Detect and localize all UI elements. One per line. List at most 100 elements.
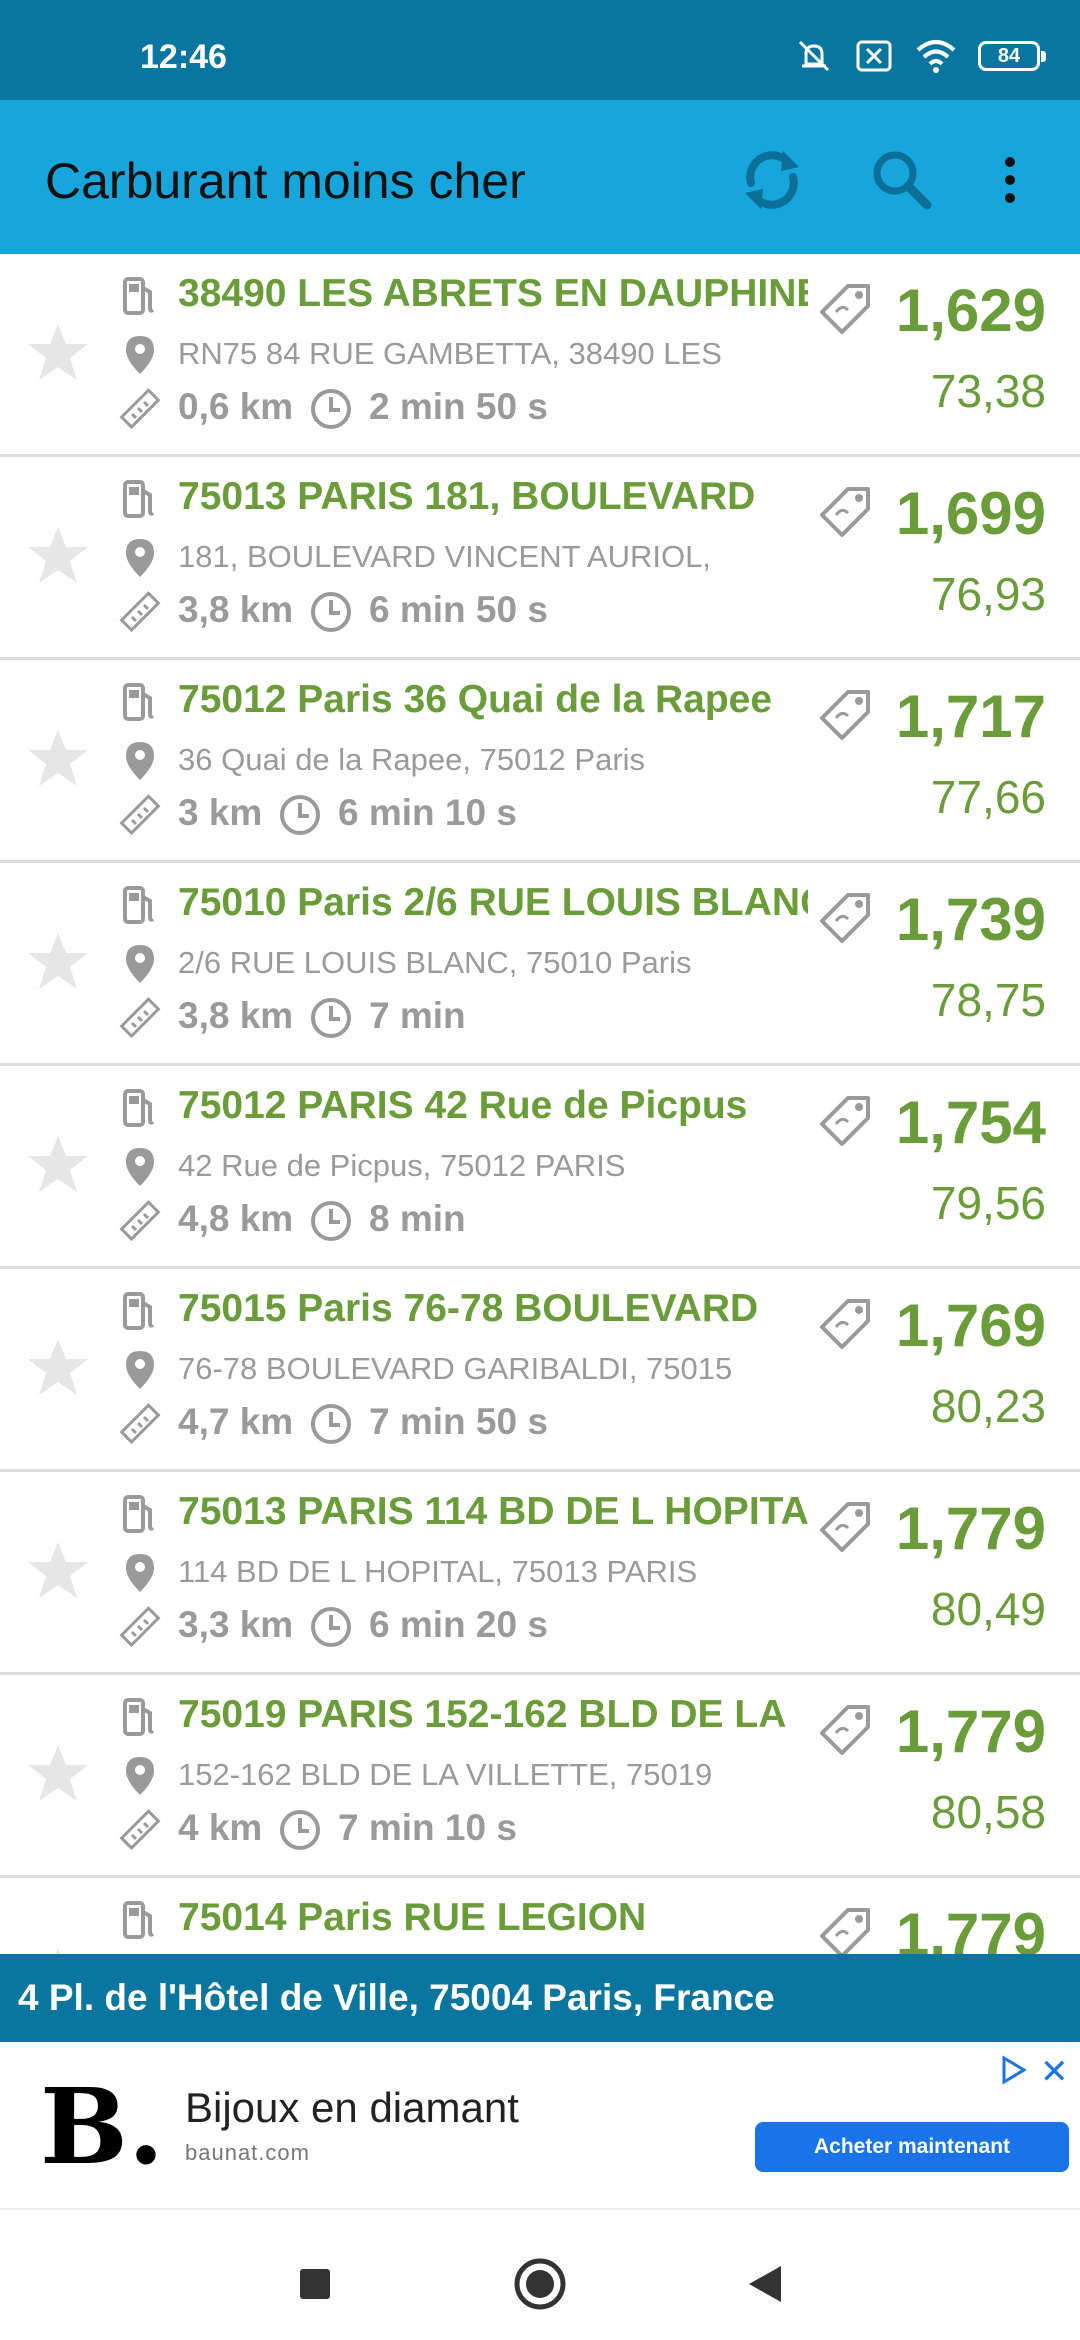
- favorite-star-icon[interactable]: [26, 1741, 90, 1805]
- station-name: 75012 Paris 36 Quai de la Rapee: [178, 678, 773, 721]
- station-duration: 7 min 50 s: [369, 1401, 548, 1442]
- search-icon: [873, 151, 932, 210]
- overflow-menu-button[interactable]: [980, 140, 1040, 220]
- clock-icon: [311, 592, 351, 632]
- distance-ruler-icon: [119, 997, 161, 1039]
- distance-ruler-icon: [119, 794, 161, 836]
- fuel-price: 1,629: [895, 277, 1046, 344]
- station-row[interactable]: 75012 PARIS 42 Rue de Picpus 42 Rue de P…: [0, 1066, 1080, 1269]
- current-location-bar[interactable]: 4 Pl. de l'Hôtel de Ville, 75004 Paris, …: [0, 1954, 1080, 2042]
- station-distance: 3,8 km: [178, 995, 294, 1036]
- station-duration: 2 min 50 s: [369, 386, 548, 427]
- station-address: 36 Quai de la Rapee, 75012 Paris: [178, 742, 646, 777]
- alarm-off-icon: [798, 40, 830, 72]
- distance-ruler-icon: [119, 388, 161, 430]
- back-triangle-icon: [749, 2266, 781, 2302]
- system-nav-bar: [0, 2210, 1080, 2340]
- recents-square-icon: [300, 2269, 330, 2299]
- battery-icon: 84: [978, 41, 1046, 71]
- price-tag-icon: [820, 487, 870, 537]
- station-duration: 6 min 20 s: [369, 1604, 548, 1645]
- station-distance: 4 km: [178, 1807, 263, 1848]
- favorite-star-icon[interactable]: [26, 320, 90, 384]
- refresh-button[interactable]: [732, 140, 812, 220]
- favorite-star-icon[interactable]: [26, 726, 90, 790]
- app-toolbar: Carburant moins cher: [0, 100, 1080, 254]
- total-cost: 80,23: [930, 1380, 1046, 1432]
- recents-button[interactable]: [285, 2254, 345, 2314]
- favorite-star-icon[interactable]: [26, 1335, 90, 1399]
- station-name: 75015 Paris 76-78 BOULEVARD: [178, 1287, 759, 1330]
- price-tag-icon: [820, 1096, 870, 1146]
- favorite-star-icon[interactable]: [26, 523, 90, 587]
- location-pin-icon: [126, 1757, 154, 1795]
- station-name: 75013 PARIS 181, BOULEVARD: [178, 475, 756, 518]
- ad-close-icon[interactable]: ✕: [1040, 2052, 1069, 2092]
- favorite-star-icon[interactable]: [26, 929, 90, 993]
- ad-cta-button[interactable]: Acheter maintenant: [755, 2122, 1069, 2172]
- ad-logo: B.: [40, 2065, 165, 2188]
- clock-icon: [311, 1607, 351, 1647]
- station-name: 75012 PARIS 42 Rue de Picpus: [178, 1084, 748, 1127]
- search-button[interactable]: [862, 140, 942, 220]
- fuel-price: 1,699: [895, 480, 1046, 547]
- fuel-price: 1,769: [895, 1292, 1046, 1359]
- clock-icon: [311, 389, 351, 429]
- app-title: Carburant moins cher: [45, 153, 526, 209]
- clock-icon: [280, 1810, 320, 1850]
- ad-title[interactable]: Bijoux en diamant: [185, 2084, 519, 2132]
- clock-icon: [311, 1201, 351, 1241]
- station-duration: 8 min: [369, 1198, 466, 1239]
- fuel-price: 1,739: [895, 886, 1046, 953]
- price-tag-icon: [820, 893, 870, 943]
- price-tag-icon: [820, 1299, 870, 1349]
- distance-ruler-icon: [119, 1200, 161, 1242]
- ad-choices-icon[interactable]: [996, 2054, 1028, 2086]
- refresh-icon: [745, 151, 799, 209]
- station-name: 75013 PARIS 114 BD DE L HOPITAL: [178, 1490, 808, 1533]
- station-row[interactable]: 75015 Paris 76-78 BOULEVARD 76-78 BOULEV…: [0, 1269, 1080, 1472]
- station-distance: 3,8 km: [178, 589, 294, 630]
- station-name: 75010 Paris 2/6 RUE LOUIS BLANC: [178, 881, 808, 924]
- station-duration: 6 min 50 s: [369, 589, 548, 630]
- current-location-text: 4 Pl. de l'Hôtel de Ville, 75004 Paris, …: [18, 1977, 775, 2018]
- favorite-star-icon[interactable]: [26, 1944, 90, 1954]
- home-button[interactable]: [510, 2254, 570, 2314]
- fuel-price: 1,717: [895, 683, 1046, 750]
- station-row[interactable]: 75013 PARIS 114 BD DE L HOPITAL 114 BD D…: [0, 1472, 1080, 1675]
- station-list: 38490 LES ABRETS EN DAUPHINE RN75 84 RUE…: [0, 254, 1080, 1954]
- fuel-pump-icon: [123, 1901, 155, 1939]
- sim-blocked-icon: [856, 40, 892, 72]
- station-row[interactable]: 75013 PARIS 181, BOULEVARD 181, BOULEVAR…: [0, 457, 1080, 660]
- location-pin-icon: [126, 1148, 154, 1186]
- station-distance: 4,8 km: [178, 1198, 294, 1239]
- fuel-price: 1,779: [895, 1698, 1046, 1765]
- station-address: 2/6 RUE LOUIS BLANC, 75010 Paris: [178, 945, 692, 980]
- wifi-icon: [916, 40, 956, 73]
- station-distance: 3 km: [178, 792, 263, 833]
- fuel-pump-icon: [123, 1089, 155, 1127]
- favorite-star-icon[interactable]: [26, 1132, 90, 1196]
- total-cost: 80,49: [930, 1583, 1046, 1635]
- favorite-star-icon[interactable]: [26, 1538, 90, 1602]
- station-row[interactable]: 75014 Paris RUE LEGION 1,779: [0, 1878, 1080, 1954]
- location-pin-icon: [126, 336, 154, 374]
- station-row[interactable]: 75010 Paris 2/6 RUE LOUIS BLANC 2/6 RUE …: [0, 863, 1080, 1066]
- ad-banner[interactable]: B. Bijoux en diamant baunat.com Acheter …: [0, 2042, 1080, 2210]
- station-row[interactable]: 75012 Paris 36 Quai de la Rapee 36 Quai …: [0, 660, 1080, 863]
- station-distance: 4,7 km: [178, 1401, 294, 1442]
- station-name: 38490 LES ABRETS EN DAUPHINE: [178, 272, 808, 315]
- station-address: 42 Rue de Picpus, 75012 PARIS: [178, 1148, 626, 1183]
- total-cost: 79,56: [930, 1177, 1046, 1229]
- ad-domain: baunat.com: [185, 2140, 310, 2165]
- station-address: 152-162 BLD DE LA VILLETTE, 75019: [178, 1757, 713, 1792]
- station-row[interactable]: 38490 LES ABRETS EN DAUPHINE RN75 84 RUE…: [0, 254, 1080, 457]
- price-tag-icon: [820, 1705, 870, 1755]
- clock-icon: [311, 1404, 351, 1444]
- station-duration: 7 min 10 s: [338, 1807, 517, 1848]
- station-address: RN75 84 RUE GAMBETTA, 38490 LES: [178, 336, 722, 371]
- back-button[interactable]: [735, 2254, 795, 2314]
- fuel-pump-icon: [123, 480, 155, 518]
- station-row[interactable]: 75019 PARIS 152-162 BLD DE LA 152-162 BL…: [0, 1675, 1080, 1878]
- clock-icon: [280, 795, 320, 835]
